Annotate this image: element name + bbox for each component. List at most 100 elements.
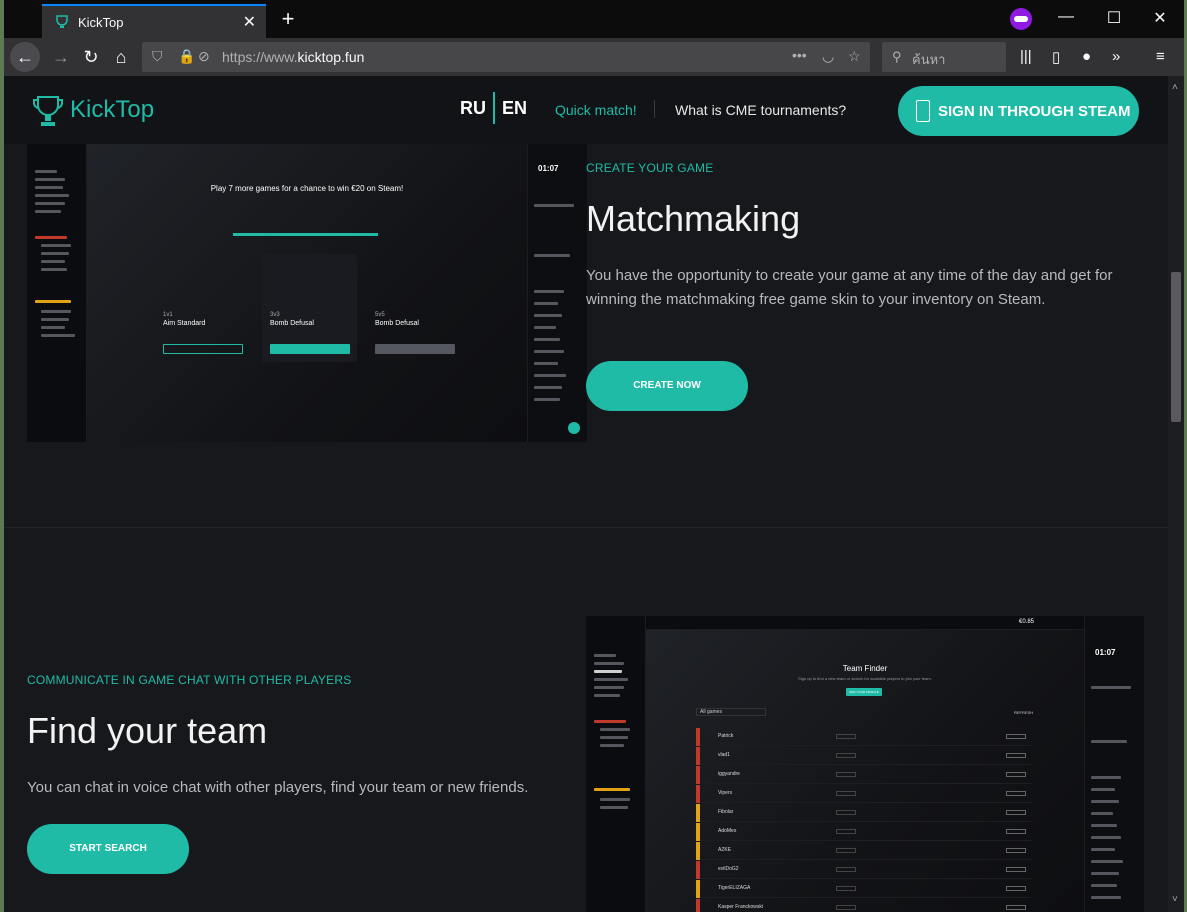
star-icon[interactable]: ☆ bbox=[848, 48, 861, 65]
row-game-marker bbox=[696, 747, 700, 765]
section-divider bbox=[4, 527, 1168, 528]
row-player-name: Vipers bbox=[718, 790, 733, 796]
url-bar[interactable]: ⛉ 🔒 ⊘ https://www.kicktop.fun ••• ◡ ☆ bbox=[142, 42, 870, 72]
row-game-marker bbox=[696, 766, 700, 784]
row-player-name: evilDoG2 bbox=[718, 866, 739, 872]
close-tab-icon[interactable]: ✕ bbox=[243, 12, 256, 32]
lang-en-link[interactable]: EN bbox=[502, 98, 527, 119]
matchmaking-title: Matchmaking bbox=[586, 198, 801, 239]
mm-progress-bar bbox=[233, 233, 378, 236]
row-game-marker bbox=[696, 899, 700, 912]
table-row[interactable]: Fibolar bbox=[696, 804, 1031, 822]
tracking-icon[interactable]: ⊘ bbox=[198, 48, 210, 65]
invite-to-team-button[interactable] bbox=[1006, 886, 1026, 891]
row-role-tag bbox=[836, 905, 856, 910]
reload-icon[interactable]: ↻ bbox=[76, 42, 106, 72]
finding-game-button[interactable] bbox=[270, 344, 350, 354]
games-filter-select[interactable]: All games bbox=[696, 708, 766, 716]
tab-bar: KickTop ✕ + — ☐ ✕ bbox=[4, 0, 1184, 38]
table-row[interactable]: Kasper Franckowski bbox=[696, 899, 1031, 912]
overflow-icon[interactable]: » bbox=[1112, 48, 1120, 65]
forward-button[interactable]: → bbox=[46, 42, 76, 72]
nav-quick-match[interactable]: Quick match! bbox=[555, 102, 637, 118]
mini-right-panel: 01:07 bbox=[527, 144, 587, 442]
logo-text[interactable]: KickTop bbox=[70, 96, 154, 124]
invite-to-team-button[interactable] bbox=[1006, 829, 1026, 834]
row-role-tag bbox=[836, 772, 856, 777]
maximize-button[interactable]: ☐ bbox=[1104, 8, 1124, 28]
invite-to-team-button[interactable] bbox=[1006, 772, 1026, 777]
lang-divider bbox=[493, 92, 495, 124]
new-tab-button[interactable]: + bbox=[276, 4, 300, 34]
sidebar-icon[interactable]: ▯ bbox=[1052, 48, 1060, 66]
matchmaking-text: You have the opportunity to create your … bbox=[586, 267, 1113, 308]
home-icon[interactable]: ⌂ bbox=[106, 42, 136, 72]
invite-to-team-button[interactable] bbox=[1006, 810, 1026, 815]
invite-to-team-button[interactable] bbox=[1006, 848, 1026, 853]
back-button[interactable]: ← bbox=[10, 42, 40, 72]
team-text: You can chat in voice chat with other pl… bbox=[27, 779, 529, 796]
row-game-marker bbox=[696, 880, 700, 898]
row-role-tag bbox=[836, 886, 856, 891]
trophy-icon[interactable] bbox=[32, 94, 64, 128]
search-icon: ⚲ bbox=[892, 49, 902, 64]
table-row[interactable]: AZKE bbox=[696, 842, 1031, 860]
shield-icon[interactable]: ⛉ bbox=[152, 48, 163, 65]
lock-icon[interactable]: 🔒 bbox=[178, 48, 195, 65]
add-profile-button[interactable]: ADD YOUR PROFILE bbox=[846, 688, 882, 696]
mode-card-3v3[interactable]: 3v3 Bomb Defusal bbox=[262, 254, 357, 362]
invite-to-team-button[interactable] bbox=[1006, 734, 1026, 739]
page-actions-icon[interactable]: ••• bbox=[792, 47, 807, 63]
refresh-link[interactable]: REFRESH bbox=[1014, 710, 1033, 715]
minimize-button[interactable]: — bbox=[1056, 8, 1076, 26]
invite-to-team-button[interactable] bbox=[1006, 791, 1026, 796]
row-role-tag bbox=[836, 791, 856, 796]
row-game-marker bbox=[696, 728, 700, 746]
table-row[interactable]: TigerELIZAGA bbox=[696, 880, 1031, 898]
matchmaking-screenshot: Play 7 more games for a chance to win €2… bbox=[27, 144, 587, 442]
nav-what-is-cme[interactable]: What is CME tournaments? bbox=[675, 102, 846, 118]
table-row[interactable]: vlad1 bbox=[696, 747, 1031, 765]
search-placeholder: ค้นหา bbox=[912, 52, 946, 67]
library-icon[interactable]: ||| bbox=[1020, 48, 1032, 65]
start-search-button[interactable]: START SEARCH bbox=[27, 824, 189, 874]
matchmaking-eyebrow: CREATE YOUR GAME bbox=[586, 161, 714, 175]
pocket-icon[interactable]: ◡ bbox=[822, 48, 834, 65]
tab-title: KickTop bbox=[78, 15, 124, 30]
table-row[interactable]: AdoMes bbox=[696, 823, 1031, 841]
invite-to-team-button[interactable] bbox=[1006, 867, 1026, 872]
create-game-button[interactable] bbox=[375, 344, 455, 354]
row-player-name: AdoMes bbox=[718, 828, 737, 834]
row-player-name: vlad1 bbox=[718, 752, 730, 758]
table-row[interactable]: Patrick bbox=[696, 728, 1031, 746]
row-player-name: Kasper Franckowski bbox=[718, 904, 764, 910]
mode-card-5v5[interactable]: 5v5 Bomb Defusal bbox=[369, 264, 469, 359]
scroll-up-icon[interactable]: ˄ bbox=[1172, 82, 1178, 93]
table-row[interactable]: iggyandre bbox=[696, 766, 1031, 784]
account-icon[interactable]: ● bbox=[1082, 48, 1091, 65]
find-game-button[interactable] bbox=[163, 344, 243, 354]
mini-sidebar-2 bbox=[586, 616, 646, 912]
scroll-down-icon[interactable]: ˅ bbox=[1172, 894, 1178, 905]
table-row[interactable]: evilDoG2 bbox=[696, 861, 1031, 879]
row-game-marker bbox=[696, 842, 700, 860]
close-window-button[interactable]: ✕ bbox=[1150, 8, 1170, 28]
tab-kicktop[interactable]: KickTop ✕ bbox=[42, 4, 266, 38]
page-scrollbar[interactable]: ˄ ˅ bbox=[1168, 76, 1184, 912]
sign-in-steam-button[interactable]: SIGN IN THROUGH STEAM bbox=[898, 86, 1139, 136]
row-player-name: TigerELIZAGA bbox=[718, 885, 751, 891]
mode-card-1v1[interactable]: 1v1 Aim Standard bbox=[157, 264, 257, 359]
row-player-name: iggyandre bbox=[718, 771, 740, 777]
search-input[interactable]: ⚲ ค้นหา bbox=[882, 42, 1006, 72]
row-role-tag bbox=[836, 753, 856, 758]
invite-to-team-button[interactable] bbox=[1006, 905, 1026, 910]
row-role-tag bbox=[836, 848, 856, 853]
row-role-tag bbox=[836, 810, 856, 815]
table-row[interactable]: Vipers bbox=[696, 785, 1031, 803]
menu-icon[interactable]: ≡ bbox=[1156, 48, 1165, 65]
chat-fab-icon[interactable] bbox=[568, 422, 580, 434]
create-now-button[interactable]: CREATE NOW bbox=[586, 361, 748, 411]
lang-ru-link[interactable]: RU bbox=[460, 98, 486, 119]
scroll-thumb[interactable] bbox=[1171, 272, 1181, 422]
invite-to-team-button[interactable] bbox=[1006, 753, 1026, 758]
